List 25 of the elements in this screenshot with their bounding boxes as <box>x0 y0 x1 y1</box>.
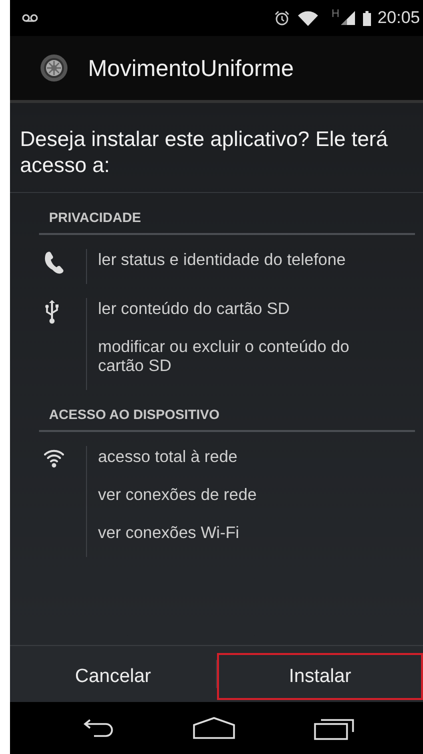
wifi-icon <box>298 10 318 26</box>
battery-icon <box>363 10 372 26</box>
wheel-icon <box>40 54 68 82</box>
cancel-button[interactable]: Cancelar <box>10 653 216 700</box>
recent-apps-icon <box>314 716 354 740</box>
alarm-icon <box>274 10 290 26</box>
network-type-label: H <box>332 8 340 20</box>
usb-icon <box>44 300 60 324</box>
voicemail-icon <box>22 13 38 23</box>
permission-text: ver conexões Wi-Fi <box>98 523 240 544</box>
app-title: MovimentoUniforme <box>88 54 294 82</box>
permission-text: modificar ou excluir o conteúdo do cartão SD <box>98 337 350 377</box>
home-icon <box>192 717 234 739</box>
permission-text: ler status e identidade do telefone <box>98 250 347 271</box>
signal-icon <box>341 11 356 25</box>
permission-text: ver conexões de rede <box>98 485 258 506</box>
wifi-icon <box>44 448 64 468</box>
install-prompt: Deseja instalar este aplicativo? Ele terá acesso a: <box>10 103 423 193</box>
clock-time: 20:05 <box>377 8 420 28</box>
install-button[interactable]: Instalar <box>217 653 423 700</box>
permission-text: acesso total à rede <box>98 447 238 468</box>
phone-icon <box>44 251 66 275</box>
section-header: PRIVACIDADE <box>39 193 415 235</box>
section-header: ACESSO AO DISPOSITIVO <box>39 390 415 432</box>
permission-text: ler conteúdo do cartão SD <box>98 299 291 320</box>
